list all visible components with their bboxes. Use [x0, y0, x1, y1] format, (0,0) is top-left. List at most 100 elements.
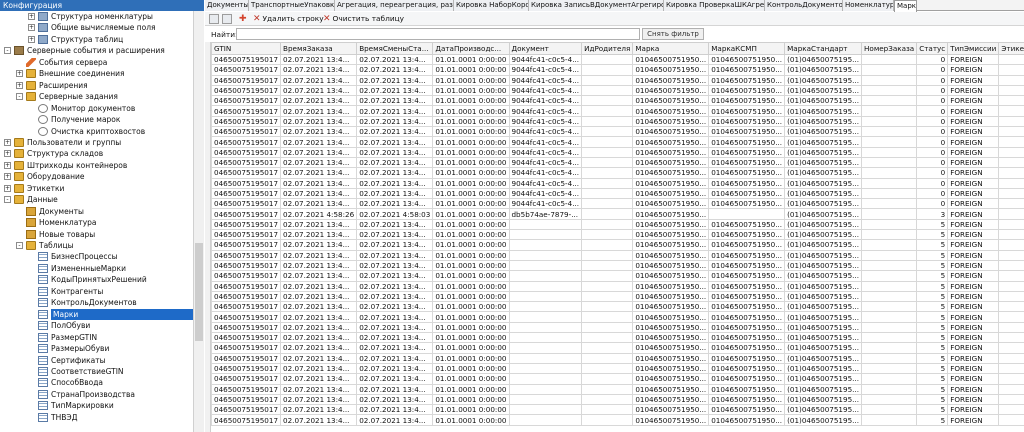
table-cell[interactable] [581, 156, 634, 169]
table-cell[interactable] [508, 301, 583, 313]
table-cell[interactable]: 5 [916, 373, 949, 385]
table-cell[interactable]: (01)04650075195... [784, 187, 863, 200]
table-row[interactable]: 04650075195017 02.07.2021 13:4... 02.07.20… [210, 115, 1024, 128]
table-cell[interactable]: 0 [916, 167, 949, 179]
collapse-icon[interactable]: - [16, 93, 23, 101]
tree-item[interactable]: ПолОбуви [0, 320, 193, 331]
table-cell[interactable] [508, 362, 583, 375]
table-cell[interactable]: 01046500751950... [632, 74, 710, 86]
table-cell[interactable]: 04650075195017 [210, 352, 282, 364]
table-cell[interactable]: 0 [998, 352, 1024, 364]
table-row[interactable]: 04650075195017 02.07.2021 13:4... 02.07.20… [210, 64, 1024, 76]
table-cell[interactable]: 01046500751950... [632, 136, 710, 148]
table-cell[interactable]: 01.01.0001 0:00:00 [432, 167, 510, 179]
table-cell[interactable]: 02.07.2021 13:4... [356, 301, 434, 313]
tree-item[interactable]: Контрагенты [0, 286, 193, 297]
table-cell[interactable] [581, 105, 634, 117]
table-cell[interactable]: 02.07.2021 13:4... [280, 393, 358, 406]
tree-item[interactable]: Новые товары [0, 229, 193, 240]
tree-item[interactable]: + Штрихкоды контейнеров [0, 160, 193, 171]
table-cell[interactable]: 01046500751950... [632, 53, 710, 66]
table-cell[interactable]: FOREIGN [947, 115, 1000, 128]
table-cell[interactable]: FOREIGN [947, 146, 1000, 158]
tree-item[interactable]: + Расширения [0, 80, 193, 91]
table-cell[interactable]: 0 [998, 105, 1024, 117]
table-row[interactable]: 04650075195017 02.07.2021 13:4... 02.07.20… [210, 105, 1024, 117]
table-cell[interactable]: 01046500751950... [632, 362, 710, 375]
table-cell[interactable]: 01046500751950... [708, 115, 786, 128]
table-cell[interactable] [861, 404, 918, 416]
table-cell[interactable] [581, 64, 634, 76]
table-cell[interactable] [861, 95, 918, 107]
table-cell[interactable]: FOREIGN [947, 239, 1000, 251]
table-cell[interactable] [861, 218, 918, 231]
table-cell[interactable] [581, 126, 634, 138]
table-cell[interactable]: 01.01.0001 0:00:00 [432, 198, 510, 210]
table-cell[interactable]: 04650075195017 [210, 259, 282, 272]
table-cell[interactable]: 01046500751950... [632, 187, 710, 200]
table-cell[interactable]: 01046500751950... [632, 64, 710, 76]
table-cell[interactable]: 5 [916, 270, 949, 282]
table-cell[interactable] [861, 208, 918, 220]
table-cell[interactable]: 9044fc41-c0c5-4... [508, 136, 583, 148]
table-cell[interactable] [508, 352, 583, 364]
table-cell[interactable]: 0 [998, 64, 1024, 76]
table-cell[interactable]: 0 [998, 218, 1024, 231]
table-cell[interactable]: FOREIGN [947, 311, 1000, 323]
table-cell[interactable]: 01046500751950... [632, 352, 710, 364]
table-cell[interactable]: 01.01.0001 0:00:00 [432, 301, 510, 313]
table-cell[interactable] [861, 136, 918, 148]
table-cell[interactable]: 0 [916, 177, 949, 189]
expand-icon[interactable]: + [4, 161, 11, 169]
table-cell[interactable]: 02.07.2021 13:4... [280, 311, 358, 323]
table-cell[interactable]: 04650075195017 [210, 218, 282, 231]
delete-row-button[interactable]: ✕ Удалить строку [253, 13, 324, 25]
table-row[interactable]: 04650075195017 02.07.2021 13:4... 02.07.20… [210, 393, 1024, 406]
table-cell[interactable]: 02.07.2021 13:4... [356, 362, 434, 375]
table-cell[interactable]: FOREIGN [947, 321, 1000, 334]
table-cell[interactable] [508, 373, 583, 385]
table-cell[interactable]: (01)04650075195... [784, 198, 863, 210]
table-cell[interactable]: 02.07.2021 13:4... [356, 146, 434, 158]
table-cell[interactable]: 02.07.2021 13:4... [356, 84, 434, 97]
table-cell[interactable]: 02.07.2021 13:4... [280, 404, 358, 416]
table-cell[interactable]: 04650075195017 [210, 136, 282, 148]
table-cell[interactable]: 02.07.2021 13:4... [280, 167, 358, 179]
table-cell[interactable]: 01046500751950... [632, 393, 710, 406]
table-row[interactable]: 04650075195017 02.07.2021 13:4... 02.07.20… [210, 218, 1024, 231]
tree-item[interactable]: События сервера [0, 57, 193, 68]
tree-item[interactable]: + Общие вычисляемые поля [0, 22, 193, 33]
table-row[interactable]: 04650075195017 02.07.2021 13:4... 02.07.20… [210, 321, 1024, 334]
column-header[interactable]: ВремяЗаказа [280, 42, 358, 55]
table-cell[interactable]: 5 [916, 332, 949, 344]
table-cell[interactable]: 0 [998, 342, 1024, 354]
table-cell[interactable] [508, 332, 583, 344]
tree-item[interactable]: БизнесПроцессы [0, 251, 193, 262]
table-cell[interactable] [581, 198, 634, 210]
table-cell[interactable] [581, 84, 634, 97]
table-cell[interactable]: 01046500751950... [632, 404, 710, 416]
table-cell[interactable]: 02.07.2021 13:4... [280, 373, 358, 385]
table-cell[interactable]: 04650075195017 [210, 393, 282, 406]
tree-item[interactable]: Сертификаты [0, 355, 193, 366]
table-cell[interactable]: 5 [916, 239, 949, 251]
tab-7[interactable]: КонтрольДокументов [765, 0, 843, 11]
table-cell[interactable]: (01)04650075195... [784, 280, 863, 292]
table-cell[interactable]: 02.07.2021 13:4... [280, 84, 358, 97]
table-cell[interactable] [581, 290, 634, 303]
table-cell[interactable]: FOREIGN [947, 74, 1000, 86]
table-row[interactable]: 04650075195017 02.07.2021 13:4... 02.07.20… [210, 362, 1024, 375]
table-cell[interactable]: 01046500751950... [632, 95, 710, 107]
column-header[interactable]: ИдРодителя [581, 42, 634, 55]
table-cell[interactable]: 01046500751950... [632, 290, 710, 303]
table-cell[interactable]: FOREIGN [947, 177, 1000, 189]
table-cell[interactable]: 01.01.0001 0:00:00 [432, 126, 510, 138]
table-cell[interactable]: FOREIGN [947, 290, 1000, 303]
table-cell[interactable] [581, 404, 634, 416]
table-cell[interactable]: 9044fc41-c0c5-4... [508, 156, 583, 169]
table-cell[interactable]: 02.07.2021 13:4... [280, 187, 358, 200]
table-cell[interactable]: 5 [916, 249, 949, 261]
table-cell[interactable] [861, 280, 918, 292]
table-cell[interactable]: 01046500751950... [632, 321, 710, 334]
table-cell[interactable]: 0 [998, 74, 1024, 86]
